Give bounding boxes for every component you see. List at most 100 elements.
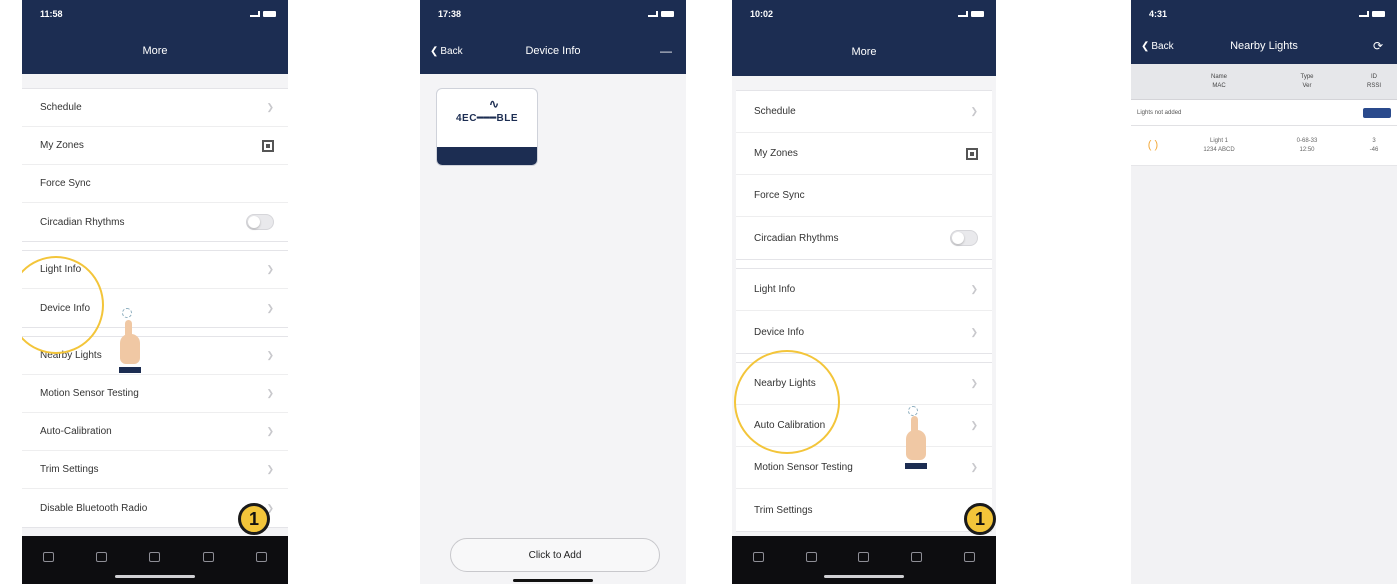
back-button[interactable]: ❮ Back (430, 46, 463, 57)
table-cell: 3 -46 (1351, 137, 1397, 155)
table-row[interactable]: ( ) Light 1 1234 ABCD 0-68-33 12:50 3 -46 (1131, 126, 1397, 166)
screen-device-info: 17:38 ❮ Back Device Info — ∿ 4EC━━━BLE Cl… (420, 0, 686, 584)
menu-item-auto-calibration[interactable]: Auto-Calibration ❯ (22, 413, 288, 451)
light-mac: 1234 ABCD (1203, 146, 1235, 153)
light-version: 12:50 (1299, 146, 1315, 153)
more-button[interactable]: — (660, 44, 672, 58)
tab-more[interactable] (255, 552, 267, 562)
pointing-hand-icon (119, 320, 141, 373)
home-indicator (824, 575, 904, 578)
status-time: 11:58 (40, 9, 63, 19)
column-header-bottom: Ver (1302, 82, 1312, 89)
back-button[interactable]: ❮ Back (1141, 41, 1174, 52)
signal-battery-icons (250, 11, 276, 17)
menu-item-label: Disable Bluetooth Radio (40, 502, 148, 514)
menu-item-my-zones[interactable]: My Zones (736, 133, 992, 175)
menu-item-label: Auto-Calibration (40, 426, 112, 437)
status-time: 17:38 (438, 9, 462, 19)
chevron-right-icon: ❯ (970, 420, 978, 430)
click-to-add-button[interactable]: Click to Add (450, 538, 660, 572)
tab-groups[interactable] (805, 552, 817, 562)
pointing-hand-icon (905, 416, 927, 469)
tap-indicator (122, 308, 132, 318)
light-type: 0-68-33 (1296, 137, 1318, 144)
menu-item-label: Circadian Rhythms (754, 232, 839, 244)
chevron-right-icon: ❯ (970, 326, 978, 337)
tab-rooms[interactable] (202, 552, 214, 562)
chevron-right-icon: ❯ (970, 284, 978, 294)
status-bar: 11:58 (22, 0, 288, 28)
column-header-top: Type (1300, 73, 1314, 80)
page-title: More (142, 45, 168, 57)
refresh-icon[interactable]: ⟳ (1373, 39, 1383, 53)
tab-lights[interactable] (43, 552, 55, 562)
screen-more-1: 11:58 More Schedule ❯ My Zones Force Sync Ci… (22, 0, 288, 584)
qr-code-icon[interactable] (262, 139, 274, 152)
menu-item-trim-settings[interactable]: Trim Settings❯ (22, 451, 288, 489)
table-header: Name MAC Type Ver ID RSSI (1131, 64, 1397, 100)
chevron-right-icon: ❯ (266, 264, 274, 274)
step-badge: 1 (964, 503, 996, 535)
column-header-top: ID (1371, 73, 1377, 80)
chevron-right-icon: ❯ (266, 426, 274, 436)
menu-item-light-info[interactable]: Light Info ❯ (736, 269, 992, 311)
device-logo: ∿ 4EC━━━BLE (437, 89, 537, 147)
chevron-right-icon: ❯ (266, 388, 274, 398)
column-header-bottom: RSSI (1366, 82, 1381, 89)
tab-groups[interactable] (96, 552, 108, 562)
nav-bar: ❮ Back Device Info — (420, 28, 686, 74)
chevron-left-icon: ❮ (1141, 40, 1150, 52)
tap-indicator (908, 406, 918, 416)
tab-more[interactable] (964, 552, 976, 562)
menu-item-force-sync[interactable]: Force Sync (736, 175, 992, 217)
menu-item-circadian-rhythms[interactable]: Circadian Rhythms (736, 217, 992, 259)
back-label: Back (440, 45, 463, 57)
menu-item-circadian-rhythms[interactable]: Circadian Rhythms (22, 203, 288, 241)
screen-nearby-lights: 4:31 ❮ Back Nearby Lights ⟳ Name MAC Type V… (1131, 0, 1397, 584)
menu-item-motion-sensor-testing[interactable]: Motion Sensor Testing ❯ (22, 375, 288, 413)
menu-item-schedule[interactable]: Schedule ❯ (736, 91, 992, 133)
chevron-right-icon: ❯ (970, 106, 978, 116)
tab-lights[interactable] (752, 552, 764, 562)
status-time: 10:02 (750, 9, 774, 19)
signal-battery-icons (958, 11, 984, 17)
menu-item-motion-sensor-testing[interactable]: Motion Sensor Testing ❯ (736, 447, 992, 489)
nav-bar: More (732, 28, 996, 76)
menu-item-label: Circadian Rhythms (40, 216, 125, 228)
qr-code-icon[interactable] (966, 147, 978, 160)
menu-item-schedule[interactable]: Schedule ❯ (22, 89, 288, 127)
circadian-toggle[interactable] (246, 214, 274, 230)
home-indicator (513, 579, 593, 582)
menu-item-my-zones[interactable]: My Zones (22, 127, 288, 165)
tab-rooms[interactable] (911, 552, 923, 562)
column-header: Name MAC (1175, 73, 1263, 91)
menu-item-label: Trim Settings (754, 504, 813, 516)
nav-bar: ❮ Back Nearby Lights ⟳ (1131, 28, 1397, 64)
tab-scenes[interactable] (149, 552, 161, 562)
light-id: 3 (1372, 137, 1376, 144)
step-badge: 1 (238, 503, 270, 535)
chevron-right-icon: ❯ (266, 464, 274, 474)
menu-group: Schedule ❯ My Zones Force Sync Circadian Rhy… (736, 90, 992, 260)
menu-item-label: My Zones (40, 140, 84, 151)
circadian-toggle[interactable] (950, 230, 978, 246)
table-cell: 0-68-33 12:50 (1263, 137, 1351, 155)
chevron-right-icon: ❯ (970, 462, 978, 472)
wifi-icon: ∿ (489, 97, 500, 111)
menu-item-device-info[interactable]: Device Info ❯ (736, 311, 992, 353)
chevron-left-icon: ❮ (430, 45, 439, 57)
add-all-button[interactable] (1363, 107, 1391, 118)
device-card[interactable]: ∿ 4EC━━━BLE (436, 88, 538, 166)
device-card-footer (437, 147, 537, 165)
light-name: Light 1 (1209, 137, 1228, 144)
page-title: Nearby Lights (1230, 40, 1298, 52)
menu-item-label: Light Info (754, 284, 796, 295)
menu-item-trim-settings[interactable]: Trim Settings❯ (736, 489, 992, 531)
signal-battery-icons (648, 11, 674, 17)
column-header-bottom: MAC (1212, 82, 1226, 89)
menu-item-label: My Zones (754, 148, 798, 159)
tab-scenes[interactable] (858, 552, 870, 562)
home-indicator (115, 575, 195, 578)
menu-item-force-sync[interactable]: Force Sync (22, 165, 288, 203)
menu-item-label: Motion Sensor Testing (40, 388, 139, 399)
